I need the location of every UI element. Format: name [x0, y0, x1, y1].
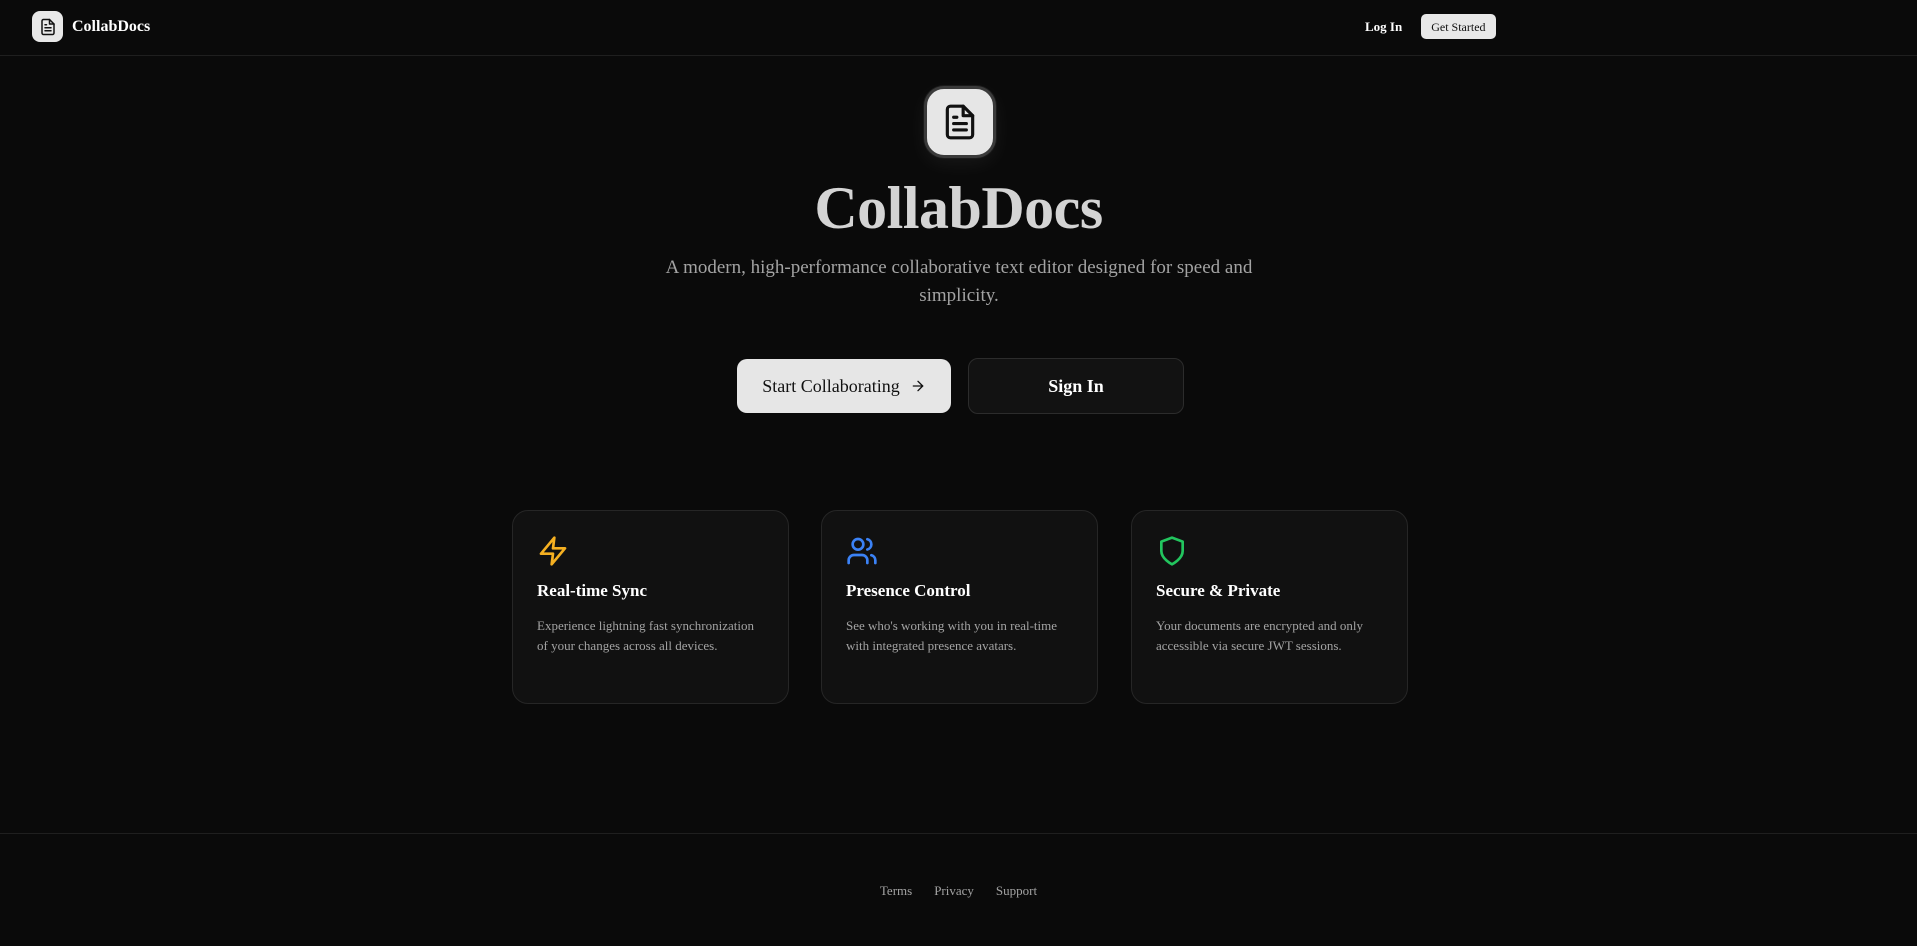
- shield-icon: [1160, 536, 1184, 566]
- brand[interactable]: CollabDocs: [32, 11, 150, 42]
- users-icon: [847, 537, 877, 565]
- brand-name: CollabDocs: [72, 17, 151, 35]
- start-collaborating-button[interactable]: Start Collaborating: [737, 359, 951, 413]
- feature-card-presence-control: Presence Control See who's working with …: [821, 510, 1098, 704]
- arrow-right-icon: [912, 380, 924, 392]
- feature-title: Secure & Private: [1156, 581, 1281, 600]
- footer-link-privacy[interactable]: Privacy: [934, 883, 974, 899]
- hero-document-icon: [924, 86, 996, 158]
- nav-actions: Log In Get Started: [1365, 14, 1496, 39]
- top-navbar: CollabDocs Log In Get Started: [0, 0, 1917, 56]
- footer-link-support[interactable]: Support: [996, 883, 1037, 899]
- footer-link-terms[interactable]: Terms: [880, 883, 912, 899]
- login-link[interactable]: Log In: [1365, 19, 1402, 35]
- feature-card-realtime-sync: Real-time Sync Experience lightning fast…: [512, 510, 789, 704]
- feature-description: Your documents are encrypted and only ac…: [1156, 618, 1363, 653]
- sign-in-button[interactable]: Sign In: [968, 358, 1184, 414]
- start-collaborating-label: Start Collaborating: [762, 375, 900, 396]
- get-started-button[interactable]: Get Started: [1421, 14, 1496, 39]
- footer-links: Terms Privacy Support: [0, 883, 1917, 899]
- lightning-icon: [539, 536, 567, 566]
- footer: Terms Privacy Support: [0, 833, 1917, 946]
- document-icon: [32, 11, 63, 42]
- hero-title: CollabDocs: [814, 175, 1103, 241]
- feature-card-secure-private: Secure & Private Your documents are encr…: [1131, 510, 1408, 704]
- feature-title: Real-time Sync: [537, 581, 648, 600]
- feature-description: See who's working with you in real-time …: [846, 618, 1058, 653]
- feature-description: Experience lightning fast synchronizatio…: [537, 618, 754, 653]
- feature-title: Presence Control: [846, 581, 971, 600]
- hero-subtitle: A modern, high-performance collaborative…: [665, 257, 1253, 306]
